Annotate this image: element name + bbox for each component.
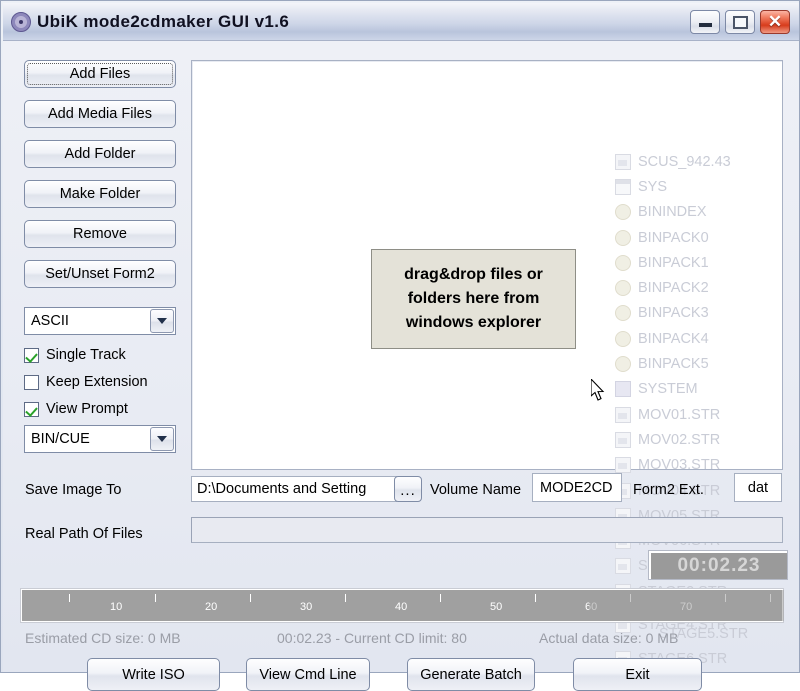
button-label: Set/Unset Form2 [45, 266, 155, 282]
maximize-button[interactable] [725, 9, 755, 34]
cd-disc-icon [11, 11, 31, 32]
application-window: UbiK mode2cdmaker GUI v1.6 ✕ Add Files A… [0, 0, 800, 691]
checkbox-box[interactable] [24, 401, 39, 417]
button-label: View Cmd Line [259, 666, 357, 683]
button-label: Remove [73, 226, 127, 242]
make-folder-button[interactable]: Make Folder [24, 180, 176, 208]
keep-extension-checkbox[interactable]: Keep Extension [24, 372, 148, 392]
estimated-cd-size-status: Estimated CD size: 0 MB [25, 630, 181, 646]
current-cd-limit-status: 00:02.23 - Current CD limit: 80 [277, 630, 467, 646]
real-path-of-files-label: Real Path Of Files [25, 526, 143, 542]
button-label: Write ISO [122, 666, 185, 683]
set-unset-form2-button[interactable]: Set/Unset Form2 [24, 260, 176, 288]
actual-data-size-status: Actual data size: 0 MB [539, 630, 679, 646]
form2-ext-label: Form2 Ext. [633, 482, 704, 498]
view-prompt-checkbox[interactable]: View Prompt [24, 399, 128, 419]
button-label: Add Folder [64, 146, 136, 162]
button-label: Generate Batch [420, 666, 522, 683]
exit-button[interactable]: Exit [573, 658, 702, 691]
save-image-to-label: Save Image To [25, 482, 122, 498]
single-track-checkbox[interactable]: Single Track [24, 345, 126, 365]
window-title: UbiK mode2cdmaker GUI v1.6 [37, 11, 290, 31]
cd-time-progress-bar: 00:02.23 [648, 550, 788, 580]
add-files-button[interactable]: Add Files [24, 60, 176, 88]
volume-name-input[interactable]: MODE2CD [532, 473, 622, 502]
window-controls: ✕ [690, 9, 790, 34]
button-label: Exit [625, 666, 650, 683]
ruler-tick-label: 10 [110, 601, 123, 613]
save-image-path-input[interactable]: D:\Documents and Setting [191, 476, 397, 502]
button-label: Make Folder [59, 186, 141, 202]
drag-drop-hint-line-1: drag&drop files or [404, 266, 543, 283]
view-cmd-line-button[interactable]: View Cmd Line [246, 658, 370, 691]
form2-ext-value: dat [747, 479, 769, 496]
checkbox-box[interactable] [24, 374, 39, 390]
volume-name-label: Volume Name [430, 482, 522, 498]
cd-capacity-ruler: 10 20 30 40 50 60 70 [21, 589, 784, 622]
ruler-tick-label: 30 [300, 601, 313, 613]
checkbox-label: Keep Extension [46, 374, 148, 390]
browse-button[interactable]: ... [394, 476, 422, 502]
close-button[interactable]: ✕ [760, 9, 790, 34]
volume-name-value: MODE2CD [540, 479, 613, 496]
write-iso-button[interactable]: Write ISO [87, 658, 220, 691]
ruler-tick-label: 40 [395, 601, 408, 613]
checkbox-box[interactable] [24, 347, 39, 363]
remove-button[interactable]: Remove [24, 220, 176, 248]
button-label: Add Files [69, 66, 131, 82]
close-icon: ✕ [767, 11, 783, 31]
real-path-of-files-input[interactable] [191, 517, 783, 543]
drag-drop-hint: drag&drop files or folders here from win… [371, 249, 576, 349]
checkbox-label: Single Track [46, 347, 126, 363]
generate-batch-button[interactable]: Generate Batch [407, 658, 535, 691]
client-area: Add Files Add Media Files Add Folder Mak… [3, 41, 799, 691]
add-media-files-button[interactable]: Add Media Files [24, 100, 176, 128]
chevron-down-icon[interactable] [150, 309, 174, 333]
minimize-button[interactable] [690, 9, 720, 34]
form2-ext-input[interactable]: dat [734, 473, 782, 502]
checkbox-label: View Prompt [46, 401, 128, 417]
charset-combo-value: ASCII [31, 313, 69, 329]
output-format-combo[interactable]: BIN/CUE [24, 425, 176, 453]
ruler-tick-label: 20 [205, 601, 218, 613]
ruler-tick-label: 50 [490, 601, 503, 613]
drag-drop-hint-line-2: folders here from [407, 290, 540, 307]
output-format-value: BIN/CUE [31, 431, 90, 447]
file-icon [615, 558, 631, 575]
save-image-path-value: D:\Documents and Setting [197, 481, 367, 497]
title-bar: UbiK mode2cdmaker GUI v1.6 ✕ [3, 3, 799, 41]
add-folder-button[interactable]: Add Folder [24, 140, 176, 168]
progress-time-label: 00:02.23 [677, 555, 761, 576]
charset-combo[interactable]: ASCII [24, 307, 176, 335]
drag-drop-hint-line-3: windows explorer [405, 314, 542, 331]
browse-button-label: ... [400, 482, 416, 499]
chevron-down-icon[interactable] [150, 427, 174, 451]
button-label: Add Media Files [48, 106, 152, 122]
